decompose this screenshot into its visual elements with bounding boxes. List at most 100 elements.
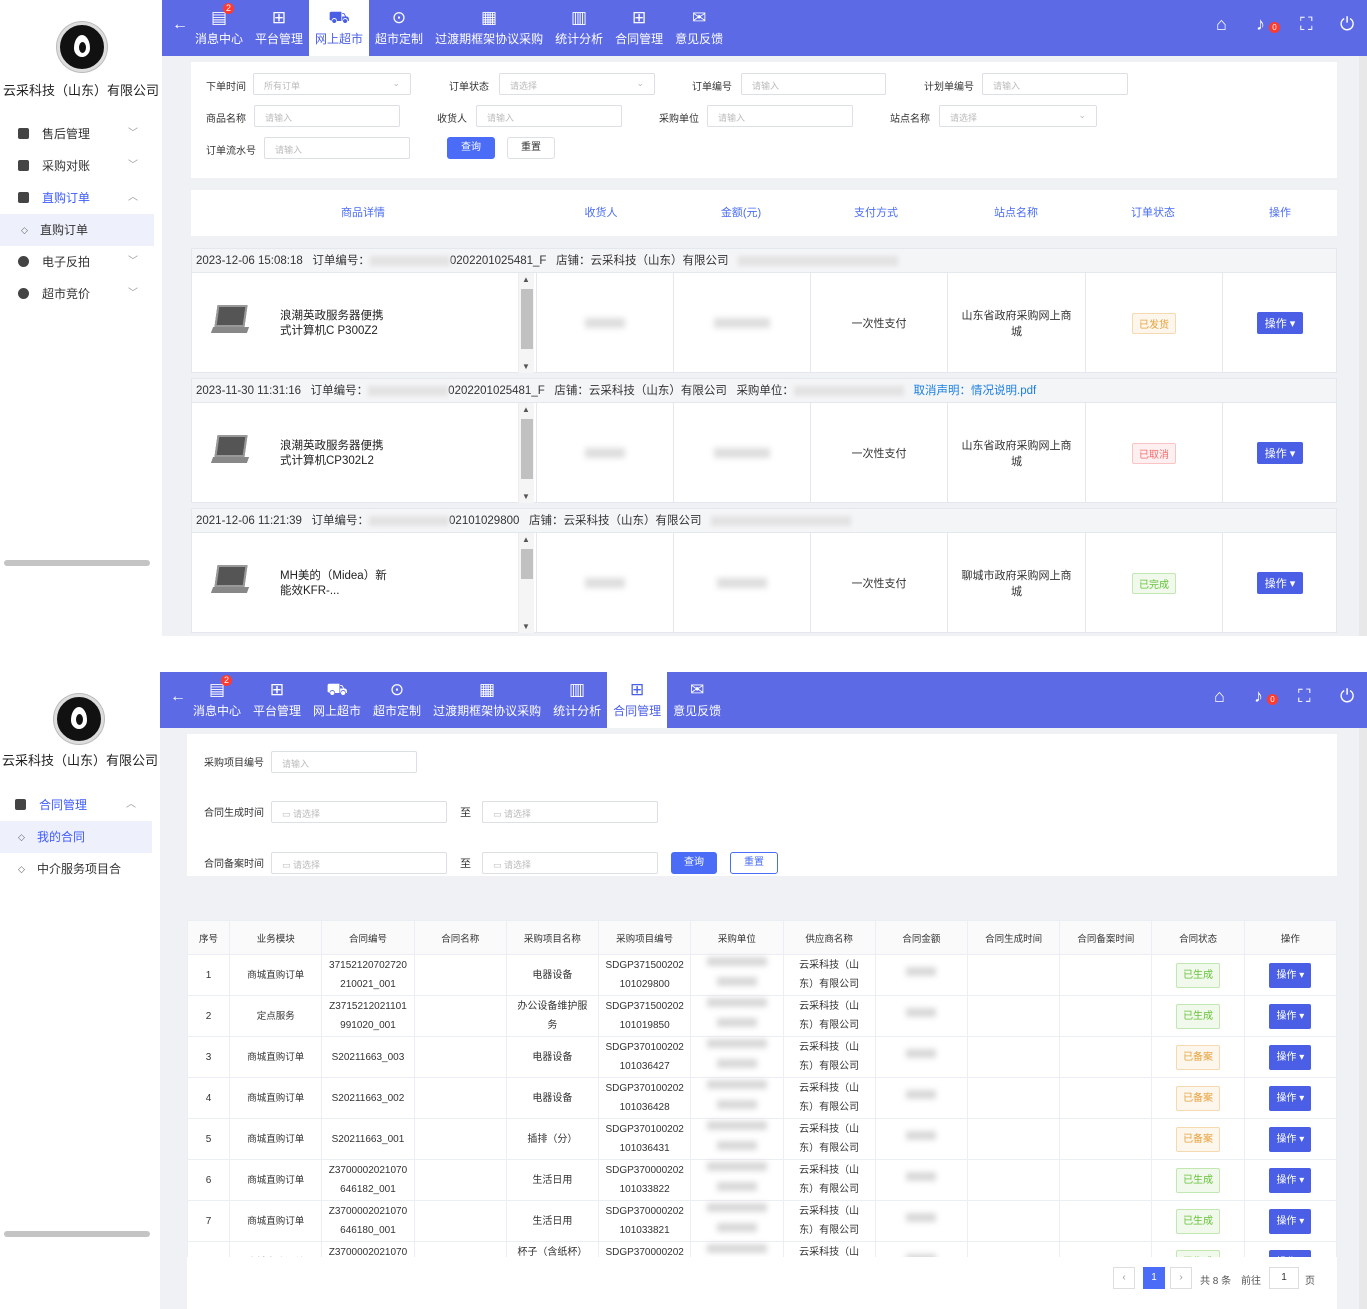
order-no-input[interactable]: 请输入 (741, 73, 886, 95)
site-select[interactable]: 请选择 ⌄ (939, 105, 1097, 127)
sidebar-item-direct-orders[interactable]: 直购订单 ︿ (0, 182, 154, 214)
sidebar-item-bidding[interactable]: 超市竞价 ﹀ (0, 278, 154, 310)
back-arrow-icon[interactable]: ← (170, 688, 186, 706)
buyer-input[interactable]: 请输入 (707, 105, 853, 127)
nav-transition-procurement[interactable]: ▦ 过渡期框架协议采购 (429, 0, 549, 56)
sidebar-subitem-direct-orders[interactable]: ◇ 直购订单 (0, 214, 154, 246)
table-row[interactable]: 6 商城直购订单 Z3700002021070646182_001 生活日用 SDGP3… (186, 1159, 1338, 1201)
operate-dropdown-button[interactable]: 操作 ▾ (1269, 1003, 1312, 1029)
nav-platform[interactable]: ⊞ 平台管理 (249, 0, 309, 56)
product-name[interactable]: 浪潮英政服务器便携式计算机CP302L2 (280, 439, 390, 469)
page-button[interactable]: 1 (1143, 1267, 1165, 1289)
operate-dropdown-button[interactable]: 操作 ▾ (1269, 1085, 1312, 1111)
gen-time-start[interactable]: ▭ 请选择 (271, 801, 447, 823)
nav-transition-procurement[interactable]: ▦ 过渡期框架协议采购 (427, 672, 547, 728)
operate-dropdown-button[interactable]: 操作 ▾ (1269, 1167, 1312, 1193)
order-card: 2021-12-06 11:21:39 订单编号： 02101029800 店铺：… (191, 508, 1337, 633)
product-scrollbar[interactable]: ▲ ▼ (518, 533, 534, 633)
nav-message-center[interactable]: ▤ 2 消息中心 (187, 672, 247, 728)
receiver-cell (536, 273, 673, 373)
sidebar-item-reconcile[interactable]: 采购对账 ﹀ (0, 150, 154, 182)
home-icon[interactable]: ⌂ (1216, 14, 1227, 35)
query-button[interactable]: 查询 (671, 852, 717, 874)
prev-page-button[interactable]: ‹ (1113, 1267, 1135, 1289)
page-scrollbar[interactable] (1359, 56, 1367, 636)
nav-online-market[interactable]: ⛟ 网上超市 (309, 0, 370, 56)
laptop-thumbnail[interactable] (210, 563, 254, 597)
operate-dropdown-button[interactable]: 操作 ▾ (1256, 312, 1304, 334)
bell-icon[interactable]: ♪ 0 (1254, 686, 1278, 707)
sidebar-scrollbar[interactable] (4, 1231, 150, 1237)
product-name[interactable]: 浪潮英政服务器便携式计算机C P300Z2 (280, 309, 390, 339)
order-time-select[interactable]: 所有订单 ⌄ (253, 73, 411, 95)
nav-feedback[interactable]: ✉ 意见反馈 (667, 672, 727, 728)
table-row[interactable]: 3 商城直购订单 S20211663_003 电器设备 SDGP370100202101… (186, 1036, 1338, 1078)
back-arrow-icon[interactable]: ← (172, 16, 188, 34)
nav-market-custom[interactable]: ⊙ 超市定制 (367, 672, 427, 728)
row-index: 2 (186, 995, 231, 1037)
product-scrollbar[interactable]: ▲ ▼ (518, 273, 534, 373)
table-row[interactable]: 2 定点服务 Z37152120211019910​20_001 办公设备维护服务 SD… (186, 995, 1338, 1037)
file-time-start[interactable]: ▭ 请选择 (271, 852, 447, 874)
next-page-button[interactable]: › (1170, 1267, 1192, 1289)
nav-message-center[interactable]: ▤ 2 消息中心 (189, 0, 249, 56)
product-scrollbar[interactable]: ▲ ▼ (518, 403, 534, 503)
top-nav-bar: ← ▤ 2 消息中心 ⊞ 平台管理 ⛟ 网上超市 ⊙ 超市定制 ▦ 过渡期框架协议采购 ▥ 统… (160, 672, 1367, 728)
company-name: 云采科技（山东）有限公司 (2, 83, 159, 98)
project-no-input[interactable]: 请输入 (271, 751, 417, 773)
sidebar-subitem-agency-contracts[interactable]: ◇ 中介服务项目合 (0, 853, 152, 885)
order-status-select[interactable]: 请选择 ⌄ (499, 73, 655, 95)
operate-dropdown-button[interactable]: 操作 ▾ (1269, 962, 1312, 988)
file-time-end[interactable]: ▭ 请选择 (482, 852, 658, 874)
sidebar-scrollbar[interactable] (4, 560, 150, 566)
reset-button[interactable]: 重置 (507, 137, 555, 159)
plan-no-input[interactable]: 请输入 (982, 73, 1128, 95)
table-row[interactable]: 4 商城直购订单 S20211663_002 电器设备 SDGP370100202101… (186, 1077, 1338, 1119)
sidebar-item-reverse-auction[interactable]: 电子反拍 ﹀ (0, 246, 154, 278)
operate-dropdown-button[interactable]: 操作 ▾ (1269, 1126, 1312, 1152)
serial-input[interactable]: 请输入 (264, 137, 410, 159)
receiver-input[interactable]: 请输入 (476, 105, 622, 127)
page-scrollbar[interactable] (1359, 728, 1367, 1309)
fullscreen-icon[interactable]: ⛶ (1300, 14, 1313, 35)
company-logo (54, 694, 104, 744)
nav-statistics[interactable]: ▥ 统计分析 (549, 0, 609, 56)
power-icon[interactable]: ⏻ (1340, 14, 1354, 35)
table-row[interactable]: 1 商城直购订单 37152120702720210021_001 电器设备 SDGP3… (186, 954, 1338, 996)
nav-contract[interactable]: ⊞ 合同管理 (609, 0, 669, 56)
sidebar-item-contract[interactable]: 合同管理 ︿ (0, 789, 152, 821)
operate-dropdown-button[interactable]: 操作 ▾ (1269, 1208, 1312, 1234)
reset-button[interactable]: 重置 (730, 852, 778, 874)
action-cell: 操作 ▾ (1243, 995, 1338, 1037)
laptop-thumbnail[interactable] (210, 303, 254, 337)
product-input[interactable]: 请输入 (254, 105, 400, 127)
product-name[interactable]: MH美的（Midea）新能效KFR-... (280, 569, 390, 599)
nav-platform[interactable]: ⊞ 平台管理 (247, 672, 307, 728)
nav-online-market[interactable]: ⛟ 网上超市 (307, 672, 367, 728)
nav-statistics[interactable]: ▥ 统计分析 (547, 672, 607, 728)
contract-name (413, 995, 507, 1037)
operate-dropdown-button[interactable]: 操作 ▾ (1256, 572, 1304, 594)
nav-market-custom[interactable]: ⊙ 超市定制 (369, 0, 429, 56)
fullscreen-icon[interactable]: ⛶ (1298, 686, 1311, 707)
sidebar-subitem-my-contracts[interactable]: ◇ 我的合同 (0, 821, 152, 853)
top-nav-bar: ← ▤ 2 消息中心 ⊞ 平台管理 ⛟ 网上超市 ⊙ 超市定制 ▦ 过渡期框架协议采购 ▥ 统… (162, 0, 1367, 56)
gen-time-end[interactable]: ▭ 请选择 (482, 801, 658, 823)
nav-contract[interactable]: ⊞ 合同管理 (607, 672, 668, 728)
contract-screen: 云采科技（山东）有限公司 合同管理 ︿ ◇ 我的合同 ◇ 中介服务项目合 ← ▤ 2 消息… (0, 672, 1367, 1309)
laptop-thumbnail[interactable] (210, 433, 254, 467)
power-icon[interactable]: ⏻ (1340, 686, 1354, 707)
query-button[interactable]: 查询 (447, 137, 495, 159)
table-row[interactable]: 5 商城直购订单 S20211663_001 插排（分） SDGP37010020210… (186, 1118, 1338, 1160)
goto-page-input[interactable]: 1 (1269, 1267, 1299, 1289)
row-index: 4 (186, 1077, 231, 1119)
operate-dropdown-button[interactable]: 操作 ▾ (1269, 1044, 1312, 1070)
home-icon[interactable]: ⌂ (1214, 686, 1225, 707)
cancel-statement-link[interactable]: 取消声明：情况说明.pdf (914, 385, 1037, 397)
receiver-label: 收货人 (437, 114, 467, 125)
operate-dropdown-button[interactable]: 操作 ▾ (1256, 442, 1304, 464)
table-row[interactable]: 7 商城直购订单 Z3700002021070646180_001 生活日用 SDGP3… (186, 1200, 1338, 1242)
bell-icon[interactable]: ♪ 0 (1256, 14, 1280, 35)
sidebar-item-after-sales[interactable]: 售后管理 ﹀ (0, 118, 154, 150)
nav-feedback[interactable]: ✉ 意见反馈 (669, 0, 729, 56)
